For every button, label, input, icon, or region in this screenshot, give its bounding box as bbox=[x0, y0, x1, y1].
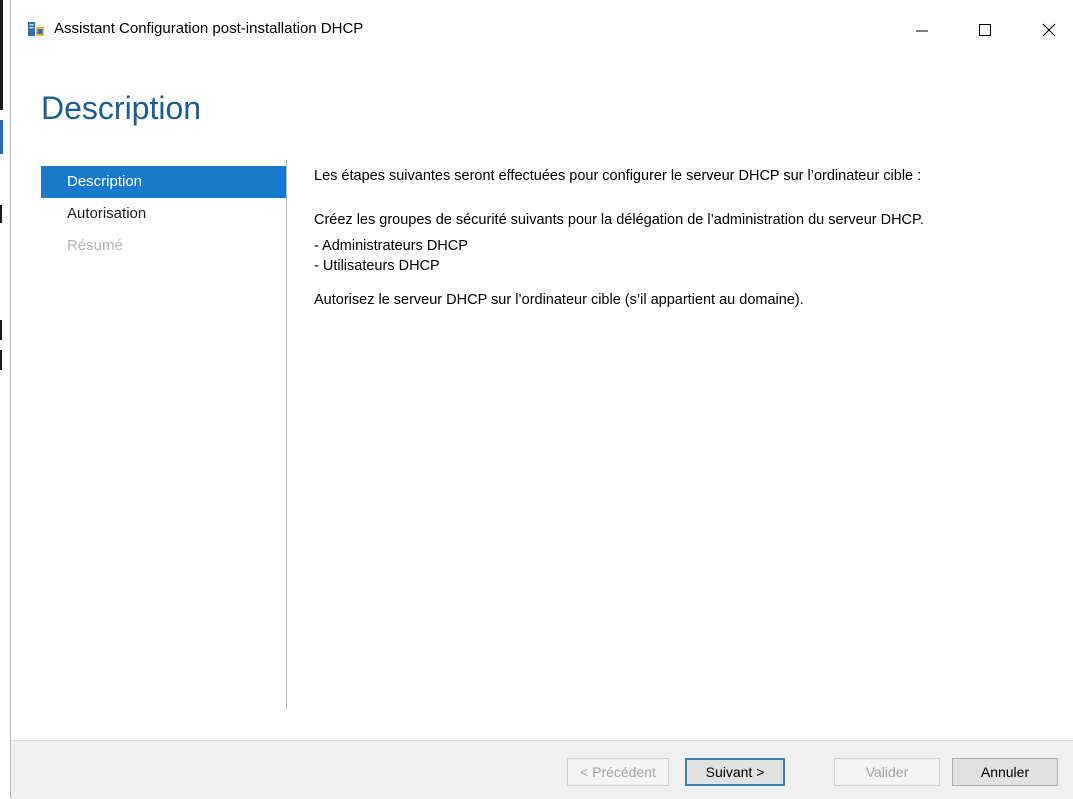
nav-item-resume: Résumé bbox=[67, 237, 123, 254]
validate-button[interactable]: Valider bbox=[834, 758, 940, 786]
window-title: Assistant Configuration post-installatio… bbox=[54, 20, 364, 37]
list-item: - Utilisateurs DHCP bbox=[314, 258, 440, 274]
nav-divider bbox=[286, 160, 287, 710]
list-item: - Administrateurs DHCP bbox=[314, 238, 468, 254]
background-window-edge bbox=[0, 0, 10, 798]
wizard-footer: < Précédent Suivant > Valider Annuler bbox=[11, 740, 1073, 799]
nav-item-autorisation[interactable]: Autorisation bbox=[41, 198, 286, 230]
nav-item-description[interactable]: Description bbox=[41, 166, 286, 198]
server-manager-icon bbox=[28, 22, 44, 36]
maximize-button[interactable] bbox=[962, 12, 1008, 48]
close-button[interactable] bbox=[1026, 12, 1072, 48]
authorize-text: Autorisez le serveur DHCP sur l’ordinate… bbox=[314, 292, 804, 308]
wizard-step-nav: Description Autorisation Résumé bbox=[41, 166, 286, 262]
cancel-button[interactable]: Annuler bbox=[952, 758, 1058, 786]
groups-text: Créez les groupes de sécurité suivants p… bbox=[314, 212, 924, 228]
description-panel: Les étapes suivantes seront effectuées p… bbox=[314, 166, 1054, 310]
maximize-icon bbox=[979, 24, 991, 36]
minimize-button[interactable] bbox=[899, 12, 945, 48]
intro-text: Les étapes suivantes seront effectuées p… bbox=[314, 168, 922, 184]
page-title: Description bbox=[41, 90, 202, 126]
wizard-window: Assistant Configuration post-installatio… bbox=[10, 0, 1073, 799]
minimize-icon bbox=[916, 30, 928, 32]
next-button[interactable]: Suivant > bbox=[685, 758, 785, 786]
close-icon bbox=[1042, 23, 1056, 37]
title-bar: Assistant Configuration post-installatio… bbox=[11, 0, 1073, 58]
previous-button[interactable]: < Précédent bbox=[567, 758, 669, 786]
